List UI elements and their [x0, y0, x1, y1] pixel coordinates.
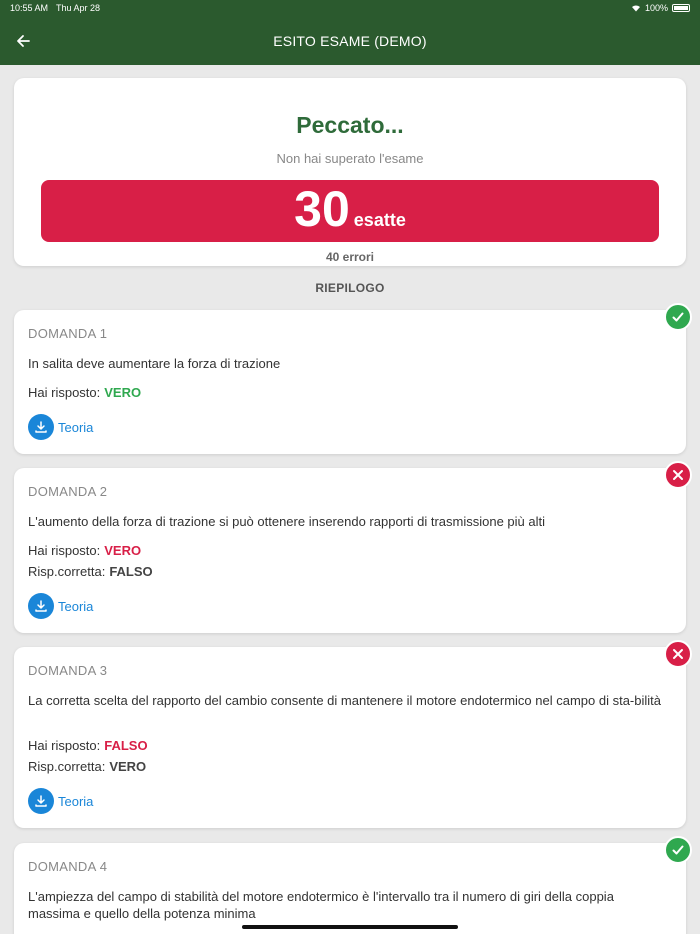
- check-icon: [664, 303, 692, 331]
- correct-answer-label: Risp.corretta:: [28, 564, 106, 579]
- results-content[interactable]: Peccato... Non hai superato l'esame 30 e…: [0, 65, 700, 934]
- correct-answer-row: Risp.corretta: FALSO: [28, 564, 153, 579]
- app-bar: ESITO ESAME (DEMO): [0, 16, 700, 65]
- answer-label: Hai risposto:: [28, 738, 101, 753]
- question-text: La corretta scelta del rapporto del camb…: [28, 693, 662, 708]
- status-bar: 10:55 AM Thu Apr 28 100%: [0, 0, 700, 16]
- answer-label: Hai risposto:: [28, 385, 101, 400]
- close-icon: [664, 461, 692, 489]
- correct-answer-value: VERO: [109, 759, 147, 774]
- home-indicator[interactable]: [242, 925, 458, 929]
- status-date: Thu Apr 28: [56, 3, 101, 13]
- arrow-left-icon: [17, 35, 30, 47]
- result-headline: Peccato...: [296, 112, 404, 138]
- summary-title: RIEPILOGO: [315, 281, 385, 295]
- theory-label: Teoria: [58, 793, 94, 809]
- correct-answer-value: FALSO: [109, 564, 153, 579]
- question-number: DOMANDA 3: [28, 663, 108, 678]
- wifi-icon: [631, 5, 640, 12]
- theory-button[interactable]: Teoria: [28, 593, 93, 619]
- theory-label: Teoria: [58, 419, 94, 435]
- answer-row: Hai risposto: FALSO: [28, 738, 148, 753]
- question-card-1: DOMANDA 1 In salita deve aumentare la fo…: [14, 310, 686, 454]
- question-text: L'ampiezza del campo di stabilità del mo…: [28, 889, 614, 921]
- correct-answer-row: Risp.corretta: VERO: [28, 759, 146, 774]
- download-icon: [28, 593, 54, 619]
- answer-value: FALSO: [104, 738, 148, 753]
- question-text: L'aumento della forza di trazione si può…: [28, 514, 545, 529]
- theory-button[interactable]: Teoria: [28, 788, 93, 814]
- correct-label: esatte: [353, 210, 406, 230]
- question-number: DOMANDA 4: [28, 859, 108, 874]
- download-icon: [28, 414, 54, 440]
- result-subtitle: Non hai superato l'esame: [276, 151, 424, 166]
- question-number: DOMANDA 2: [28, 484, 108, 499]
- check-icon: [664, 836, 692, 864]
- answer-row: Hai risposto: VERO: [28, 385, 141, 400]
- theory-button[interactable]: Teoria: [28, 414, 93, 440]
- answer-label: Hai risposto:: [28, 543, 101, 558]
- close-icon: [664, 640, 692, 668]
- answer-row: Hai risposto: VERO: [28, 543, 141, 558]
- battery-icon: [672, 4, 690, 12]
- question-card-3: DOMANDA 3 La corretta scelta del rapport…: [14, 647, 686, 828]
- page-title: ESITO ESAME (DEMO): [273, 32, 427, 49]
- battery-percent: 100%: [644, 3, 668, 13]
- score-bar: 30 esatte: [41, 180, 659, 242]
- correct-count: 30: [294, 181, 350, 237]
- answer-value: VERO: [104, 385, 142, 400]
- question-card-4: DOMANDA 4 L'ampiezza del campo di stabil…: [14, 843, 686, 934]
- answer-value: VERO: [104, 543, 142, 558]
- result-card: Peccato... Non hai superato l'esame 30 e…: [14, 78, 686, 266]
- question-number: DOMANDA 1: [28, 326, 108, 341]
- errors-count: 40 errori: [325, 250, 375, 264]
- download-icon: [28, 788, 54, 814]
- status-time: 10:55 AM: [10, 3, 49, 13]
- theory-label: Teoria: [58, 598, 94, 614]
- question-card-2: DOMANDA 2 L'aumento della forza di trazi…: [14, 468, 686, 633]
- question-text: In salita deve aumentare la forza di tra…: [28, 356, 281, 371]
- correct-answer-label: Risp.corretta:: [28, 759, 106, 774]
- back-button[interactable]: [12, 30, 34, 52]
